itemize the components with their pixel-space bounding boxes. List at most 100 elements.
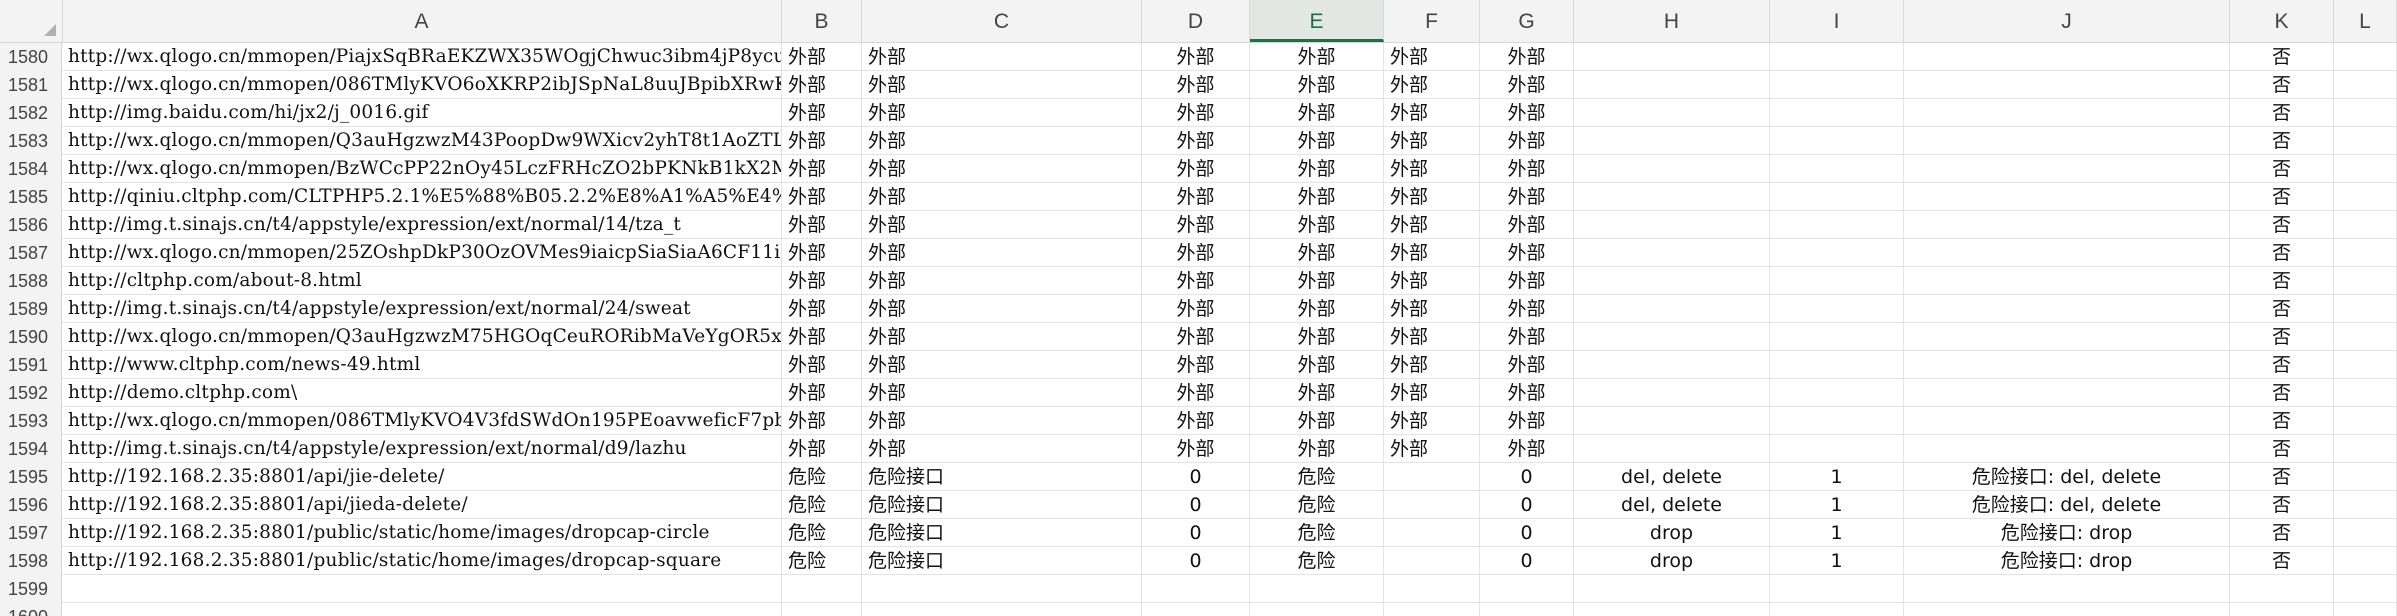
cell-f[interactable] [1384,463,1480,491]
cell-b[interactable]: 危险 [782,547,862,575]
cell-d[interactable]: 外部 [1142,267,1250,295]
cell-a[interactable]: http://wx.qlogo.cn/mmopen/086TMlyKVO6oXK… [62,71,782,99]
row-number[interactable]: 1587 [0,239,62,267]
cell-d[interactable]: 外部 [1142,323,1250,351]
cell-j[interactable] [1904,43,2230,71]
cell-i[interactable] [1770,127,1904,155]
cell-e[interactable]: 外部 [1250,71,1384,99]
cell-l[interactable] [2334,239,2397,267]
cell-c[interactable]: 危险接口 [862,491,1142,519]
row-number[interactable]: 1588 [0,267,62,295]
cell-h[interactable] [1574,407,1770,435]
cell-l[interactable] [2334,155,2397,183]
cell-g[interactable]: 外部 [1480,155,1574,183]
cell-j[interactable] [1904,155,2230,183]
cell-l[interactable] [2334,575,2397,603]
cell-g[interactable]: 外部 [1480,43,1574,71]
cell-i[interactable] [1770,155,1904,183]
cell-e[interactable]: 危险 [1250,519,1384,547]
cell-l[interactable] [2334,603,2397,616]
row-number[interactable]: 1581 [0,71,62,99]
cell-c[interactable]: 外部 [862,295,1142,323]
cell-d[interactable] [1142,603,1250,616]
cell-j[interactable] [1904,127,2230,155]
cell-i[interactable] [1770,183,1904,211]
cell-i[interactable] [1770,71,1904,99]
cell-c[interactable] [862,575,1142,603]
cell-f[interactable] [1384,603,1480,616]
cell-a[interactable]: http://wx.qlogo.cn/mmopen/086TMlyKVO4V3f… [62,407,782,435]
cell-l[interactable] [2334,267,2397,295]
cell-l[interactable] [2334,435,2397,463]
cell-d[interactable] [1142,575,1250,603]
cell-d[interactable]: 外部 [1142,43,1250,71]
cell-j[interactable] [1904,99,2230,127]
cell-e[interactable]: 外部 [1250,43,1384,71]
cell-h[interactable] [1574,267,1770,295]
cell-j[interactable]: 危险接口: drop [1904,547,2230,575]
row-number[interactable]: 1596 [0,491,62,519]
cell-g[interactable]: 外部 [1480,127,1574,155]
cell-e[interactable]: 外部 [1250,379,1384,407]
cell-f[interactable]: 外部 [1384,239,1480,267]
column-header-j[interactable]: J [1904,0,2230,42]
cell-j[interactable]: 危险接口: drop [1904,519,2230,547]
cell-c[interactable]: 外部 [862,323,1142,351]
cell-c[interactable]: 危险接口 [862,463,1142,491]
cell-h[interactable] [1574,603,1770,616]
cell-l[interactable] [2334,519,2397,547]
column-header-l[interactable]: L [2334,0,2397,42]
column-header-g[interactable]: G [1480,0,1574,42]
cell-g[interactable]: 外部 [1480,267,1574,295]
cell-c[interactable]: 外部 [862,155,1142,183]
cell-a[interactable]: http://wx.qlogo.cn/mmopen/BzWCcPP22nOy45… [62,155,782,183]
cell-d[interactable]: 外部 [1142,71,1250,99]
cell-g[interactable]: 外部 [1480,211,1574,239]
cell-a[interactable]: http://wx.qlogo.cn/mmopen/25ZOshpDkP30Oz… [62,239,782,267]
cell-d[interactable]: 外部 [1142,211,1250,239]
row-number[interactable]: 1600 [0,603,62,616]
cell-i[interactable] [1770,43,1904,71]
cell-h[interactable] [1574,323,1770,351]
cell-l[interactable] [2334,407,2397,435]
cell-j[interactable] [1904,239,2230,267]
row-number[interactable]: 1590 [0,323,62,351]
cell-h[interactable] [1574,211,1770,239]
cell-l[interactable] [2334,127,2397,155]
cell-k[interactable]: 否 [2230,99,2334,127]
cell-d[interactable]: 外部 [1142,127,1250,155]
cell-c[interactable]: 外部 [862,379,1142,407]
cell-b[interactable]: 外部 [782,43,862,71]
cell-d[interactable]: 外部 [1142,407,1250,435]
row-number[interactable]: 1582 [0,99,62,127]
cell-f[interactable]: 外部 [1384,267,1480,295]
cell-k[interactable]: 否 [2230,267,2334,295]
cell-h[interactable] [1574,379,1770,407]
cell-g[interactable]: 外部 [1480,435,1574,463]
row-number[interactable]: 1580 [0,43,62,71]
column-header-c[interactable]: C [862,0,1142,42]
cell-e[interactable] [1250,575,1384,603]
cell-d[interactable]: 外部 [1142,99,1250,127]
cell-b[interactable]: 危险 [782,491,862,519]
row-number[interactable]: 1598 [0,547,62,575]
cell-k[interactable]: 否 [2230,155,2334,183]
cell-a[interactable]: http://qiniu.cltphp.com/CLTPHP5.2.1%E5%8… [62,183,782,211]
cell-h[interactable] [1574,155,1770,183]
column-header-h[interactable]: H [1574,0,1770,42]
cell-f[interactable] [1384,547,1480,575]
cell-d[interactable]: 外部 [1142,183,1250,211]
cell-l[interactable] [2334,463,2397,491]
cell-h[interactable] [1574,183,1770,211]
cell-c[interactable]: 外部 [862,43,1142,71]
cell-g[interactable]: 外部 [1480,71,1574,99]
cell-d[interactable]: 外部 [1142,379,1250,407]
cell-j[interactable]: 危险接口: del, delete [1904,491,2230,519]
cell-b[interactable]: 外部 [782,323,862,351]
row-number[interactable]: 1594 [0,435,62,463]
cell-b[interactable]: 外部 [782,155,862,183]
cell-i[interactable]: 1 [1770,519,1904,547]
cell-a[interactable]: http://www.cltphp.com/news-49.html [62,351,782,379]
cell-d[interactable]: 0 [1142,519,1250,547]
cell-a[interactable]: http://192.168.2.35:8801/public/static/h… [62,519,782,547]
